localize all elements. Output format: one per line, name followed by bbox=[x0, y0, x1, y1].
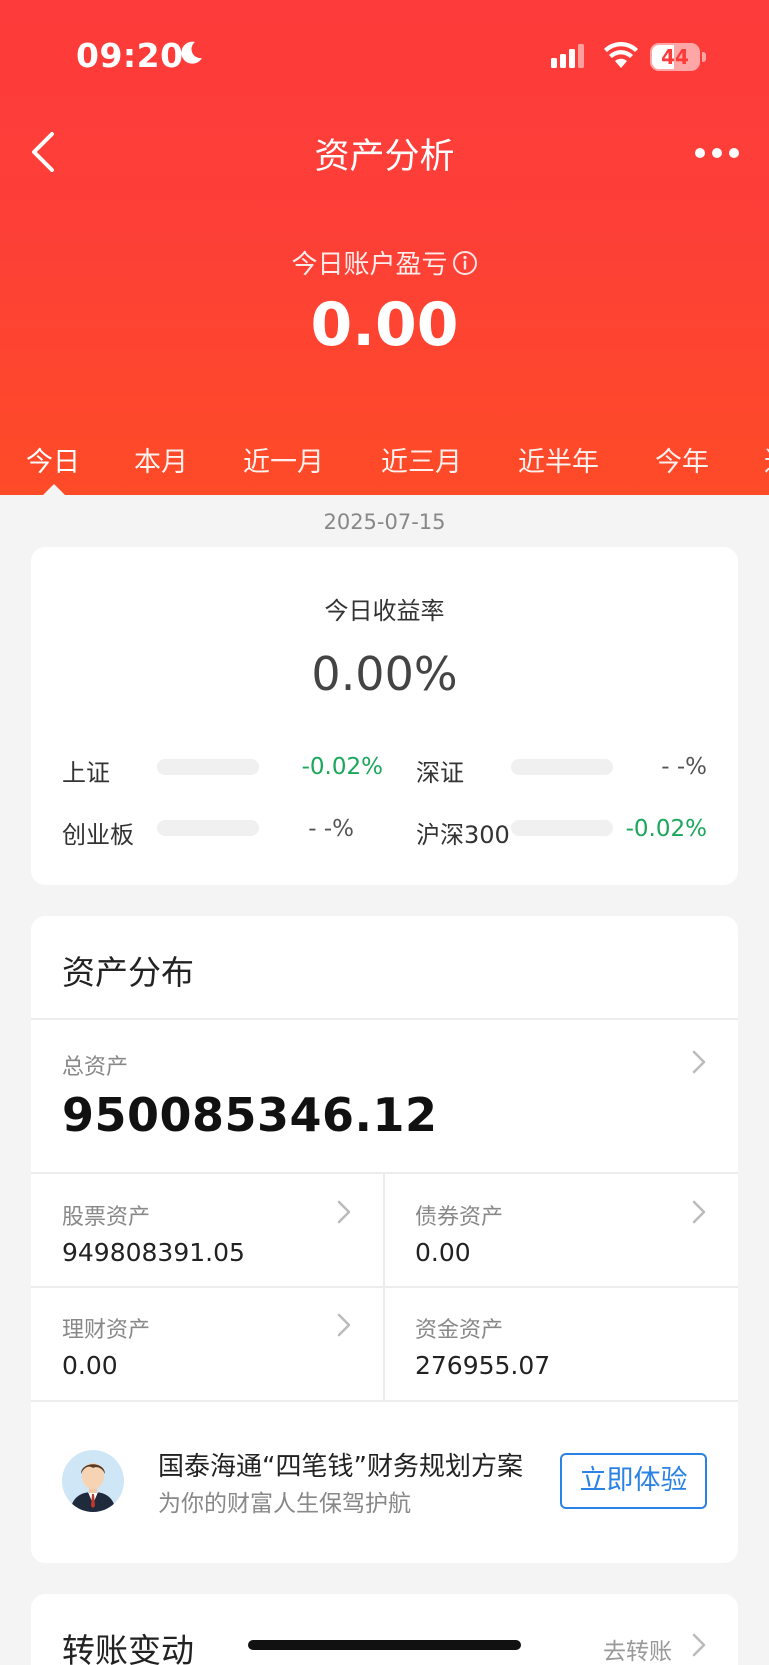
date-label: 2025-07-15 bbox=[323, 510, 446, 534]
index-name: 上证 bbox=[62, 759, 110, 787]
home-indicator[interactable] bbox=[248, 1640, 521, 1650]
chevron-right-icon bbox=[692, 1200, 706, 1224]
return-rate-value: 0.00% bbox=[311, 647, 458, 701]
promo-title: 国泰海通“四笔钱”财务规划方案 bbox=[158, 1452, 523, 1482]
asset-distribution-card: 资产分布 总资产 950085346.12 股票资产 949808391.05 … bbox=[31, 916, 738, 1563]
asset-label: 股票资产 bbox=[62, 1205, 151, 1230]
divider bbox=[31, 1400, 738, 1402]
header: 09:20 44 资产分析 今日账户盈亏 0.00 今日 本月 近一月 近三月 … bbox=[0, 0, 769, 495]
total-assets-value: 950085346.12 bbox=[62, 1088, 438, 1142]
chevron-right-icon bbox=[692, 1633, 706, 1657]
daily-return-card: 今日收益率 0.00% 上证 -0.02% 深证 - -% 创业板 - -% 沪… bbox=[31, 547, 738, 885]
index-value: -0.02% bbox=[301, 754, 383, 780]
asset-label: 理财资产 bbox=[62, 1318, 151, 1343]
tab-last-3-months[interactable]: 近三月 bbox=[381, 440, 462, 479]
chevron-right-icon bbox=[692, 1050, 706, 1074]
tab-last-6-months[interactable]: 近半年 bbox=[518, 440, 599, 479]
more-icon[interactable] bbox=[694, 146, 740, 160]
page-title: 资产分析 bbox=[314, 137, 455, 177]
index-bar bbox=[157, 759, 259, 775]
battery-level: 44 bbox=[661, 45, 689, 69]
avatar bbox=[62, 1450, 124, 1512]
asset-value: 276955.07 bbox=[415, 1351, 551, 1380]
total-assets-label: 总资产 bbox=[62, 1055, 129, 1080]
tab-this-year[interactable]: 今年 bbox=[655, 440, 709, 479]
index-value: - -% bbox=[308, 816, 354, 842]
status-bar: 09:20 44 bbox=[0, 0, 769, 110]
tab-this-month[interactable]: 本月 bbox=[134, 440, 188, 479]
index-name: 沪深300 bbox=[416, 821, 510, 849]
chevron-right-icon bbox=[337, 1313, 351, 1337]
divider bbox=[31, 1286, 738, 1288]
asset-value: 0.00 bbox=[62, 1351, 118, 1380]
tab-today[interactable]: 今日 bbox=[26, 440, 80, 479]
cellular-signal-icon bbox=[551, 44, 584, 68]
tab-indicator bbox=[43, 484, 65, 495]
index-bar bbox=[511, 759, 613, 775]
wifi-icon bbox=[604, 42, 638, 68]
pnl-label: 今日账户盈亏 bbox=[291, 250, 448, 280]
tab-more[interactable]: 近 bbox=[764, 440, 769, 479]
index-bar bbox=[511, 820, 613, 836]
info-icon[interactable] bbox=[452, 250, 478, 276]
return-rate-label: 今日收益率 bbox=[324, 597, 445, 625]
transfer-card: 转账变动 去转账 bbox=[31, 1594, 738, 1665]
pnl-value: 0.00 bbox=[310, 290, 459, 360]
section-title: 资产分布 bbox=[62, 953, 194, 992]
chevron-right-icon bbox=[337, 1200, 351, 1224]
index-bar bbox=[157, 820, 259, 836]
asset-label: 资金资产 bbox=[415, 1318, 504, 1343]
asset-label: 债券资产 bbox=[415, 1205, 504, 1230]
battery-icon: 44 bbox=[650, 43, 706, 71]
go-transfer-label: 去转账 bbox=[603, 1639, 672, 1665]
asset-value: 949808391.05 bbox=[62, 1238, 245, 1267]
try-now-button[interactable]: 立即体验 bbox=[560, 1453, 707, 1509]
index-name: 创业板 bbox=[62, 821, 134, 849]
index-value: -0.02% bbox=[625, 816, 707, 842]
index-name: 深证 bbox=[416, 759, 464, 787]
promo-subtitle: 为你的财富人生保驾护航 bbox=[158, 1491, 411, 1517]
asset-value: 0.00 bbox=[415, 1238, 471, 1267]
pnl-label-row: 今日账户盈亏 bbox=[0, 244, 769, 281]
status-time: 09:20 bbox=[76, 36, 184, 75]
section-title: 转账变动 bbox=[62, 1631, 194, 1665]
period-tabs: 今日 本月 近一月 近三月 近半年 今年 近 bbox=[0, 440, 769, 495]
divider bbox=[31, 1018, 738, 1020]
index-value: - -% bbox=[661, 754, 707, 780]
tab-last-month[interactable]: 近一月 bbox=[243, 440, 324, 479]
nav-bar: 资产分析 bbox=[0, 110, 769, 190]
moon-icon bbox=[181, 41, 202, 64]
